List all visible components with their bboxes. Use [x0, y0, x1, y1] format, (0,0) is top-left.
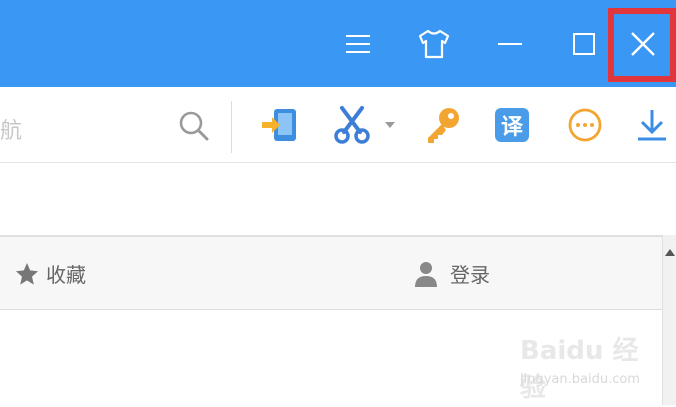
phone-transfer-icon: [262, 109, 296, 141]
scroll-up-arrow-icon[interactable]: [665, 249, 675, 256]
scissors-icon: [334, 106, 370, 144]
screenshot-button[interactable]: [330, 105, 374, 145]
toolbar: 航 译: [0, 87, 676, 163]
favorites-label: 收藏: [46, 263, 86, 287]
star-icon: [16, 262, 38, 285]
scrollbar[interactable]: [662, 235, 676, 405]
watermark: Baidu 经验 jingyan.baidu.com: [520, 330, 660, 403]
login-label: 登录: [450, 263, 490, 287]
search-button[interactable]: [174, 107, 214, 145]
minimize-button[interactable]: [482, 8, 538, 80]
title-bar: [0, 0, 676, 87]
watermark-logo-text: Baidu 经验: [520, 336, 639, 403]
close-highlight-box: [608, 8, 676, 82]
watermark-url: jingyan.baidu.com: [520, 372, 640, 387]
download-icon: [638, 110, 666, 141]
maximize-icon: [573, 33, 595, 55]
dropdown-arrow-icon: [385, 122, 395, 128]
menu-button[interactable]: [330, 8, 386, 80]
hamburger-menu-icon: [346, 35, 370, 53]
favorites-button[interactable]: 收藏: [14, 259, 86, 288]
download-button[interactable]: [632, 105, 672, 145]
translate-icon: 译: [495, 108, 529, 142]
skin-button[interactable]: [406, 8, 462, 80]
panel-header: 收藏 登录: [0, 237, 662, 310]
phone-transfer-button[interactable]: [258, 105, 302, 145]
toolbar-divider: [231, 101, 232, 153]
user-icon: [415, 261, 437, 287]
more-button[interactable]: [562, 105, 608, 145]
maximize-button[interactable]: [556, 8, 612, 80]
tshirt-skin-icon: [418, 29, 450, 59]
minimize-icon: [498, 43, 522, 45]
more-icon: [568, 108, 602, 142]
key-icon: [428, 108, 459, 143]
address-bar-text[interactable]: 航: [0, 113, 22, 145]
password-manager-button[interactable]: [420, 105, 466, 145]
login-button[interactable]: 登录: [412, 259, 490, 288]
search-icon: [179, 111, 209, 141]
translate-button[interactable]: 译: [492, 105, 532, 145]
screenshot-dropdown-button[interactable]: [378, 105, 402, 145]
